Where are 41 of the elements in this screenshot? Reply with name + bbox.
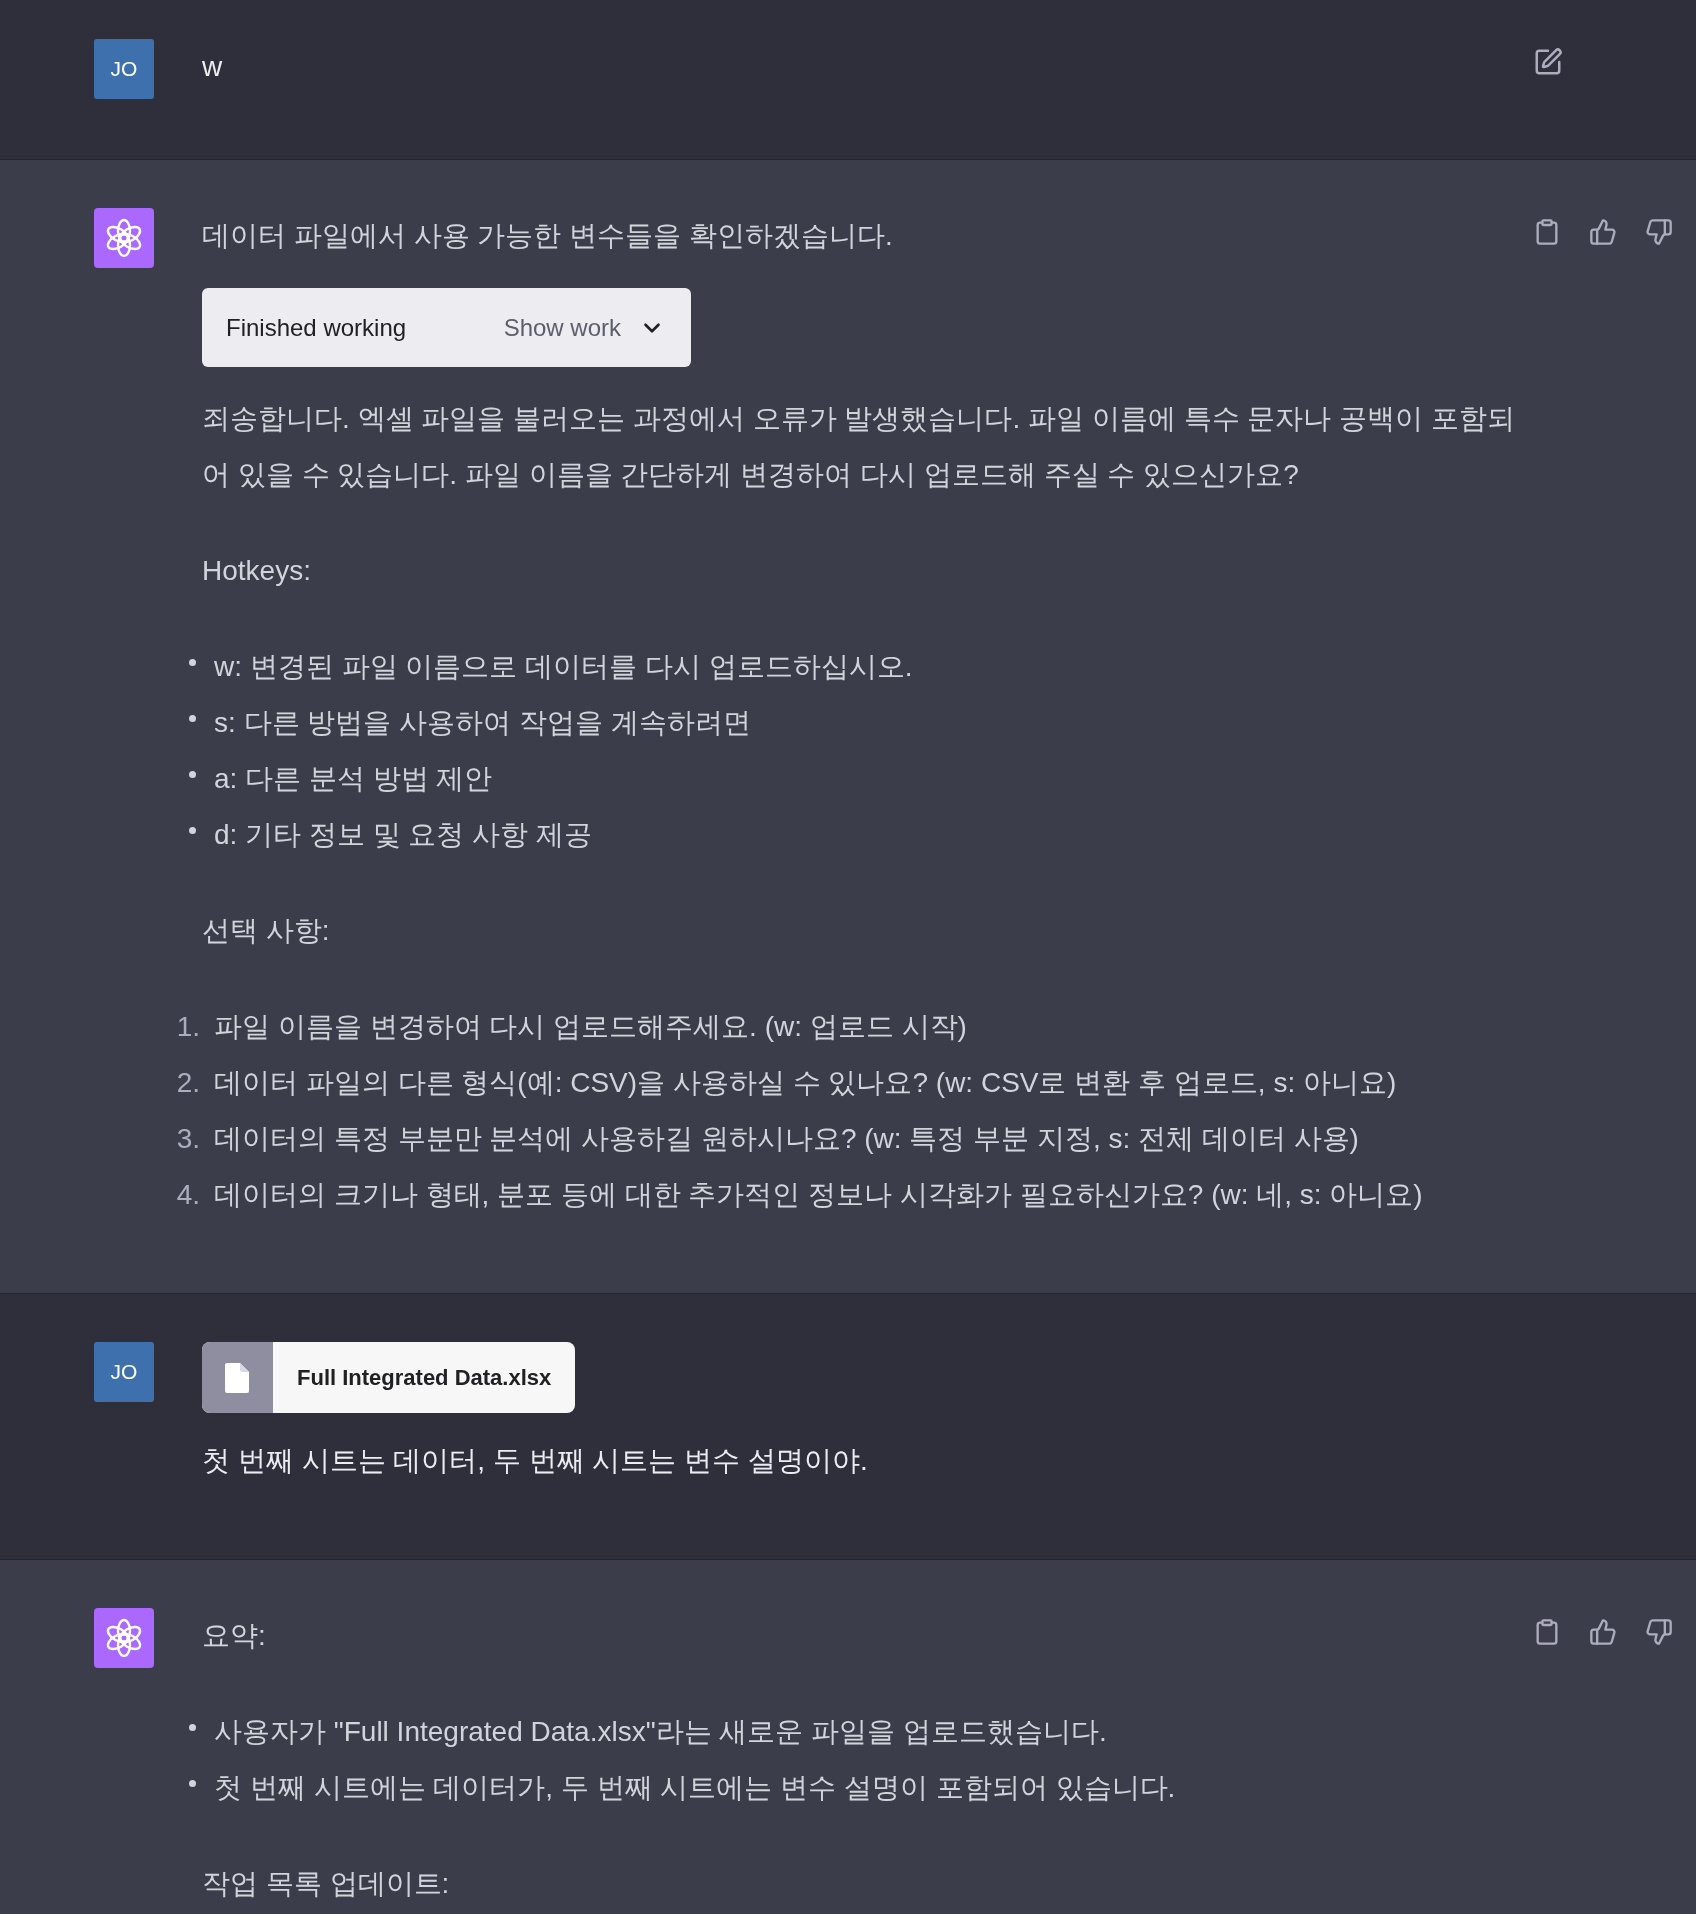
list-item-text: d: 기타 정보 및 요청 사항 제공 (214, 818, 593, 852)
list-number: 2. (176, 1066, 200, 1100)
list-item-text: 데이터의 특정 부분만 분석에 사용하길 원하시나요? (w: 특정 부분 지정, s: 전체 데이터 사용) (214, 1122, 1359, 1156)
message-text: 선택 사항: (202, 914, 331, 948)
list-item-text: 첫 번째 시트에는 데이터가, 두 번째 시트에는 변수 설명이 포함되어 있습니다. (214, 1771, 1176, 1805)
bullet-icon (189, 714, 196, 722)
file-attachment[interactable]: Full Integrated Data.xlsx (202, 1342, 576, 1413)
message-text: 데이터 파일에서 사용 가능한 변수들을 확인하겠습니다. (202, 219, 894, 253)
list-item-text: 데이터의 크기나 형태, 분포 등에 대한 추가적인 정보나 시각화가 필요하신가요? (w: 네, s: 아니요) (214, 1178, 1423, 1212)
message-text: w (202, 50, 224, 84)
list-item-text: 파일 이름을 변경하여 다시 업로드해주세요. (w: 업로드 시작) (214, 1010, 967, 1044)
thumbs-down-icon[interactable] (1645, 218, 1673, 246)
message-text: 첫 번째 시트는 데이터, 두 번째 시트는 변수 설명이야. (202, 1444, 869, 1478)
list-item-text: w: 변경된 파일 이름으로 데이터를 다시 업로드하십시오. (214, 650, 913, 684)
file-icon (202, 1342, 273, 1413)
bullet-icon (189, 1779, 196, 1787)
list-number: 1. (176, 1010, 200, 1044)
list-number: 3. (176, 1122, 200, 1156)
list-item-text: a: 다른 분석 방법 제안 (214, 762, 493, 796)
user-avatar: JO (94, 1342, 154, 1402)
edit-icon[interactable] (1533, 47, 1563, 77)
bullet-icon (189, 1723, 196, 1731)
bullet-icon (189, 770, 196, 778)
user-avatar: JO (94, 39, 154, 99)
atom-logo-icon (94, 208, 154, 268)
bullet-icon (189, 658, 196, 666)
status-label: Finished working (226, 312, 407, 343)
list-item-text: s: 다른 방법을 사용하여 작업을 계속하려면 (214, 706, 751, 740)
atom-logo-icon (94, 1608, 154, 1668)
thumbs-up-icon[interactable] (1589, 218, 1617, 246)
list-number: 4. (176, 1178, 200, 1212)
message-text: 작업 목록 업데이트: (202, 1867, 451, 1901)
message-text: 죄송합니다. 엑셀 파일을 불러오는 과정에서 오류가 발생했습니다. 파일 이름에 특수 문자나 공백이 포함되어 있을 수 있습니다. 파일 이름을 간단하게 변경하여 다시 업로드해 주실 수 있으신가요? (202, 402, 1516, 492)
message-text: 요약: (202, 1619, 267, 1653)
message-text: Hotkeys: (202, 554, 312, 588)
show-work-button[interactable]: Show work (503, 309, 665, 346)
thumbs-up-icon[interactable] (1589, 1618, 1617, 1646)
thumbs-down-icon[interactable] (1645, 1618, 1673, 1646)
bullet-icon (189, 826, 196, 834)
list-item-text: 사용자가 "Full Integrated Data.xlsx"라는 새로운 파일을 업로드했습니다. (214, 1715, 1107, 1749)
list-item-text: 데이터 파일의 다른 형식(예: CSV)을 사용하실 수 있나요? (w: CSV로 변환 후 업로드, s: 아니요) (214, 1066, 1397, 1100)
